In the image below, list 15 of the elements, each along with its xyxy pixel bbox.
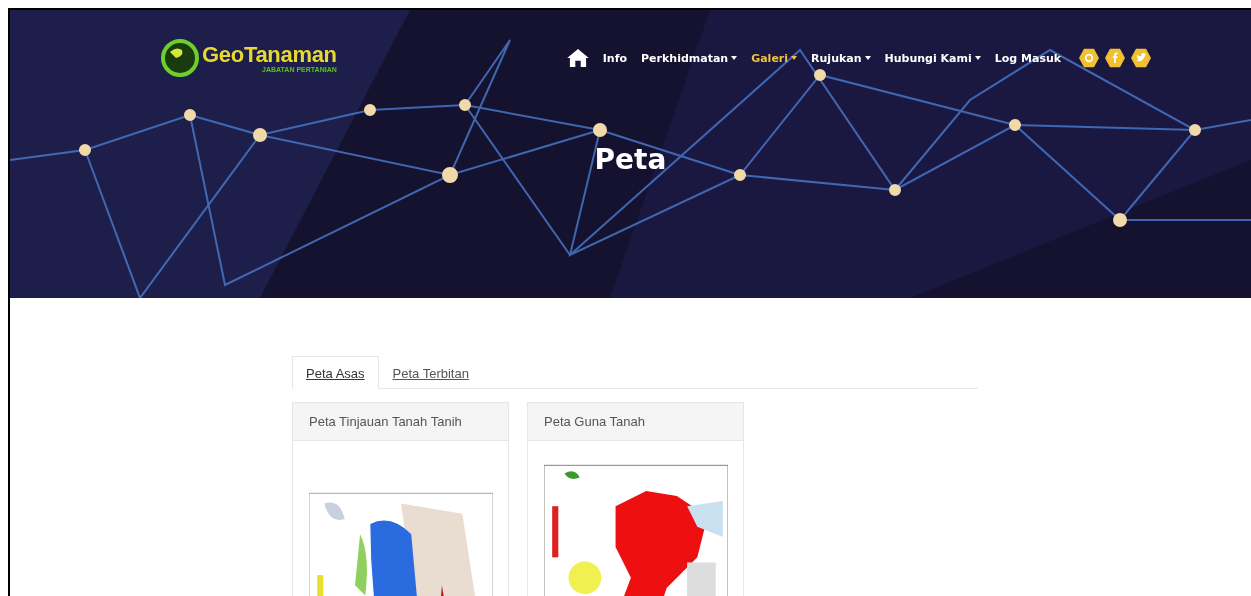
home-icon[interactable] xyxy=(566,49,589,67)
nav-link[interactable]: Galeri xyxy=(751,51,798,65)
nav-link[interactable]: Rujukan xyxy=(811,51,871,65)
tab[interactable]: Peta Terbitan xyxy=(378,356,483,389)
logo-name: GeoTanaman xyxy=(202,43,337,66)
twitter-icon[interactable] xyxy=(1131,48,1152,68)
card-title: Peta Tinjauan Tanah Tanih xyxy=(293,403,508,441)
facebook-icon[interactable] xyxy=(1105,48,1126,68)
page-title: Peta xyxy=(594,143,667,176)
nav-link[interactable]: Log Masuk xyxy=(994,51,1062,65)
tab[interactable]: Peta Asas xyxy=(292,356,379,389)
nav-link[interactable]: Info xyxy=(602,51,628,65)
nav-link[interactable]: Hubungi Kami xyxy=(884,51,981,65)
card-title: Peta Guna Tanah xyxy=(528,403,743,441)
nav-link[interactable]: Perkhidmatan xyxy=(641,51,738,65)
